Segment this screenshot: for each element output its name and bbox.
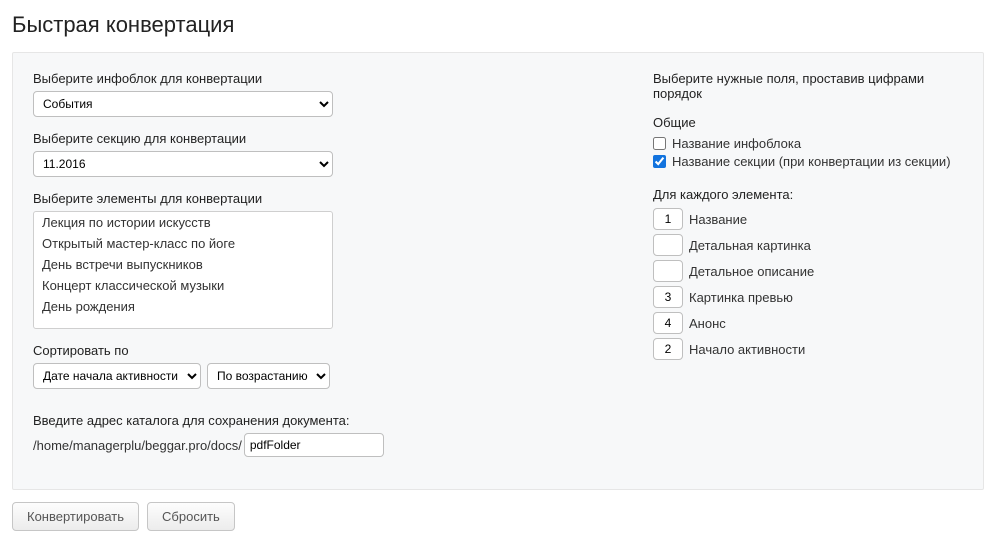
list-item[interactable]: Открытый мастер-класс по йоге xyxy=(34,233,332,254)
actions-row: Конвертировать Сбросить xyxy=(12,502,984,531)
list-item[interactable]: День рождения xyxy=(34,296,332,317)
infoblock-select[interactable]: События xyxy=(33,91,333,117)
field-label: Название xyxy=(689,212,747,227)
order-input-announce[interactable] xyxy=(653,312,683,334)
order-input-active-from[interactable] xyxy=(653,338,683,360)
common-heading: Общие xyxy=(653,115,963,130)
list-item[interactable]: Лекция по истории искусств xyxy=(34,212,332,233)
left-column: Выберите инфоблок для конвертации Событи… xyxy=(33,71,413,471)
path-prefix: /home/managerplu/beggar.pro/docs/ xyxy=(33,438,242,453)
list-item[interactable]: Концерт классической музыки xyxy=(34,275,332,296)
checkbox-label: Название секции (при конвертации из секц… xyxy=(672,154,951,169)
list-item[interactable]: День встречи выпускников xyxy=(34,254,332,275)
sort-direction-select[interactable]: По возрастанию xyxy=(207,363,330,389)
field-label: Детальное описание xyxy=(689,264,814,279)
section-label: Выберите секцию для конвертации xyxy=(33,131,413,146)
form-panel: Выберите инфоблок для конвертации Событи… xyxy=(12,52,984,490)
sort-field-select[interactable]: Дате начала активности xyxy=(33,363,201,389)
right-column: Выберите нужные поля, проставив цифрами … xyxy=(453,71,963,471)
section-select[interactable]: 11.2016 xyxy=(33,151,333,177)
sort-label: Сортировать по xyxy=(33,343,413,358)
reset-button[interactable]: Сбросить xyxy=(147,502,235,531)
path-label: Введите адрес каталога для сохранения до… xyxy=(33,413,413,428)
checkbox-section-name[interactable] xyxy=(653,155,666,168)
elements-label: Выберите элементы для конвертации xyxy=(33,191,413,206)
order-input-name[interactable] xyxy=(653,208,683,230)
infoblock-label: Выберите инфоблок для конвертации xyxy=(33,71,413,86)
path-input[interactable] xyxy=(244,433,384,457)
field-label: Детальная картинка xyxy=(689,238,811,253)
field-label: Картинка превью xyxy=(689,290,793,305)
fields-heading: Выберите нужные поля, проставив цифрами … xyxy=(653,71,963,101)
order-input-preview-image[interactable] xyxy=(653,286,683,308)
page-title: Быстрая конвертация xyxy=(12,12,984,38)
field-label: Начало активности xyxy=(689,342,805,357)
checkbox-infoblock-name[interactable] xyxy=(653,137,666,150)
convert-button[interactable]: Конвертировать xyxy=(12,502,139,531)
order-input-detail-desc[interactable] xyxy=(653,260,683,282)
per-element-heading: Для каждого элемента: xyxy=(653,187,963,202)
order-input-detail-image[interactable] xyxy=(653,234,683,256)
checkbox-label: Название инфоблока xyxy=(672,136,801,151)
elements-list[interactable]: Лекция по истории искусств Открытый маст… xyxy=(33,211,333,329)
field-label: Анонс xyxy=(689,316,726,331)
